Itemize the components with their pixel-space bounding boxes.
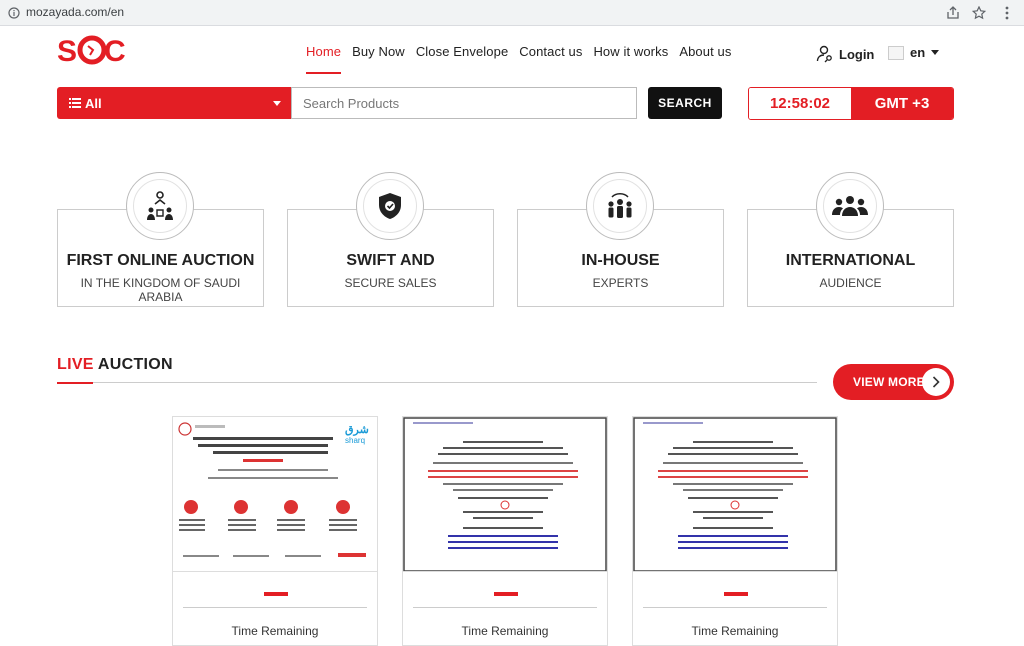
browser-address-bar[interactable]: mozayada.com/en [0, 0, 1024, 26]
view-more-label: VIEW MORE [853, 375, 925, 389]
url-text[interactable]: mozayada.com/en [26, 5, 124, 19]
auction-card[interactable]: Time Remaining [632, 416, 838, 646]
feature-icon-circle [126, 172, 194, 240]
svg-text:شرق: شرق [345, 424, 369, 436]
user-key-icon [816, 45, 832, 63]
feature-subtitle: SECURE SALES [344, 276, 437, 290]
share-icon[interactable] [944, 4, 962, 22]
main-nav: Home Buy Now Close Envelope Contact us H… [306, 44, 742, 74]
card-accent-bar [494, 592, 518, 596]
search-button[interactable]: SEARCH [648, 87, 722, 119]
language-label: en [910, 45, 926, 60]
clock-time: 12:58:02 [749, 88, 851, 119]
nav-about-us[interactable]: About us [679, 44, 731, 74]
svg-text:S: S [57, 35, 76, 66]
sqc-logo[interactable]: S C [57, 34, 131, 66]
auction-card-image[interactable] [403, 417, 607, 572]
category-select[interactable]: All [57, 87, 291, 119]
login-label: Login [839, 46, 875, 62]
language-selector[interactable]: en [888, 45, 940, 60]
auction-people-icon [147, 191, 173, 220]
nav-close-envelope[interactable]: Close Envelope [416, 44, 508, 74]
clock-timezone: GMT +3 [851, 88, 953, 119]
view-more-button[interactable]: VIEW MORE [833, 364, 954, 400]
shield-check-icon [379, 193, 401, 219]
flag-icon [888, 45, 904, 60]
feature-title: FIRST ONLINE AUCTION [66, 252, 255, 269]
feature-icon-circle [586, 172, 654, 240]
bookmark-star-icon[interactable] [970, 4, 988, 22]
caret-down-icon [931, 50, 940, 55]
auction-card-image[interactable]: شرق sharq [173, 417, 377, 572]
audience-group-icon [832, 196, 868, 216]
list-icon [69, 98, 81, 108]
nav-how-it-works[interactable]: How it works [593, 44, 668, 74]
card-accent-bar [724, 592, 748, 596]
card-accent-bar [264, 592, 288, 596]
live-auction-title-rest: AUCTION [93, 356, 173, 373]
browser-menu-icon[interactable] [998, 4, 1016, 22]
auction-flyer-image: شرق sharq [178, 422, 369, 557]
feature-title: IN-HOUSE [581, 252, 660, 269]
card-divider [643, 607, 827, 608]
chevron-down-icon [273, 101, 281, 106]
time-remaining-label: Time Remaining [461, 624, 549, 638]
auction-card[interactable]: شرق sharq Time Remaining [172, 416, 378, 646]
time-remaining-label: Time Remaining [691, 624, 779, 638]
info-icon[interactable] [8, 6, 20, 20]
svg-text:sharq: sharq [345, 436, 365, 445]
auction-flyer-image [403, 417, 607, 571]
feature-subtitle: IN THE KINGDOM OF SAUDI ARABIA [80, 276, 241, 304]
search-input[interactable] [291, 87, 637, 119]
card-divider [413, 607, 597, 608]
feature-title: INTERNATIONAL [785, 252, 916, 269]
live-auction-highlight: LIVE [57, 356, 94, 373]
nav-buy-now[interactable]: Buy Now [352, 44, 405, 74]
auction-card[interactable]: Time Remaining [402, 416, 608, 646]
time-remaining-label: Time Remaining [231, 624, 319, 638]
svg-text:C: C [104, 35, 126, 66]
auction-card-image[interactable] [633, 417, 837, 572]
live-auction-heading: LIVE AUCTION [57, 356, 173, 374]
server-clock: 12:58:02 GMT +3 [748, 87, 954, 120]
category-label: All [85, 95, 102, 111]
section-divider [93, 382, 817, 383]
feature-icon-circle [356, 172, 424, 240]
auction-flyer-image [633, 417, 837, 571]
feature-subtitle: EXPERTS [592, 276, 649, 290]
nav-contact-us[interactable]: Contact us [519, 44, 582, 74]
section-underline [57, 382, 93, 384]
feature-subtitle: AUDIENCE [819, 276, 882, 290]
card-divider [183, 607, 367, 608]
login-link[interactable]: Login [816, 45, 874, 63]
experts-team-icon [608, 193, 632, 218]
chevron-right-icon [922, 368, 950, 396]
nav-home[interactable]: Home [306, 44, 342, 74]
feature-title: SWIFT AND [346, 252, 435, 269]
feature-icon-circle [816, 172, 884, 240]
